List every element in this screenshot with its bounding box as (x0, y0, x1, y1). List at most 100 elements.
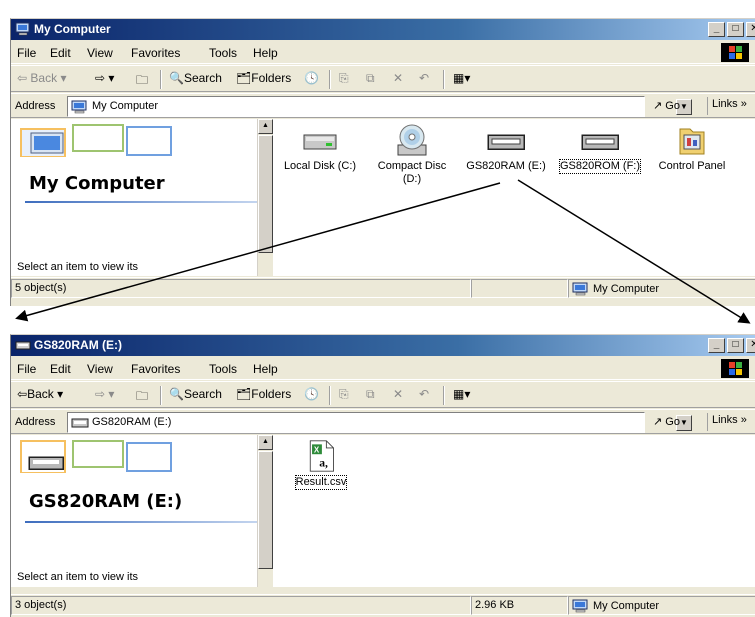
delete-button[interactable]: ✕ (393, 387, 403, 401)
menu-help[interactable]: Help (253, 46, 278, 60)
maximize-button[interactable]: □ (727, 22, 744, 37)
folders-label: Folders (251, 387, 292, 401)
back-label: Back (30, 71, 58, 85)
undo-icon: ↶ (419, 387, 430, 401)
go-button[interactable]: ↗ Go (653, 415, 680, 428)
back-dropdown-icon[interactable]: ▾ (57, 387, 63, 401)
menu-file[interactable]: File (17, 362, 36, 376)
my-computer-icon (15, 22, 30, 36)
undo-button[interactable]: ↶ (419, 71, 429, 85)
drive-banner-icon (20, 440, 172, 473)
details-pane-scrollbar[interactable]: ▲ (257, 119, 273, 276)
history-button[interactable]: 🕓 (304, 71, 319, 85)
scroll-up-icon[interactable]: ▲ (258, 435, 273, 450)
up-folder-button[interactable]: 🗀 (136, 387, 148, 408)
back-button[interactable]: ⇦ Back ▾ (17, 71, 66, 85)
go-button[interactable]: ↗ Go (653, 99, 680, 112)
pane-hint: Select an item to view its (17, 571, 139, 583)
folders-button[interactable]: 🗂Folders (236, 387, 291, 401)
status-object-count: 3 object(s) (11, 596, 471, 615)
delete-button[interactable]: ✕ (393, 71, 403, 85)
drive-item-d[interactable]: Compact Disc (D:) (369, 123, 455, 186)
drive-label: GS820ROM (F:) (558, 159, 642, 174)
address-input[interactable]: My Computer ▼ (67, 96, 692, 117)
scroll-thumb[interactable] (258, 451, 273, 569)
menu-file[interactable]: File (17, 46, 36, 60)
drive-item-f[interactable]: GS820ROM (F:) (557, 123, 643, 174)
my-computer-icon (572, 282, 588, 296)
copy-to-button[interactable]: ⧉ (366, 387, 375, 402)
control-panel-item[interactable]: Control Panel (649, 123, 735, 173)
folders-label: Folders (251, 71, 292, 85)
folders-button[interactable]: 🗂Folders (236, 71, 291, 85)
move-to-button[interactable]: ⎘ (339, 71, 349, 86)
back-button[interactable]: ⇦Back ▾ (17, 387, 63, 401)
menu-help[interactable]: Help (253, 362, 278, 376)
close-button[interactable]: ✕ (746, 338, 755, 353)
file-item-result-csv[interactable]: X a, Result.csv (281, 439, 361, 490)
history-button[interactable]: 🕓 (304, 387, 319, 401)
menu-view[interactable]: View (87, 362, 113, 376)
drive-item-e[interactable]: GS820RAM (E:) (463, 123, 549, 173)
address-input[interactable]: GS820RAM (E:) ▼ (67, 412, 692, 433)
search-button[interactable]: 🔍Search (169, 387, 222, 401)
links-button[interactable]: Links » (707, 413, 747, 431)
status-zone-label: My Computer (593, 282, 660, 295)
title-bar[interactable]: GS820RAM (E:) _ □ ✕ (11, 335, 755, 356)
menu-edit[interactable]: Edit (50, 46, 71, 60)
my-computer-icon (71, 100, 87, 114)
move-to-icon: ⎘ (339, 387, 349, 401)
window-title: GS820RAM (E:) (34, 338, 123, 352)
menu-view[interactable]: View (87, 46, 113, 60)
menu-tools[interactable]: Tools (209, 46, 237, 60)
forward-arrow-icon: ⇨ (95, 71, 106, 85)
address-bar: Address GS820RAM (E:) ▼ ↗ Go Links » (11, 409, 755, 434)
details-pane-scrollbar[interactable]: ▲ (257, 435, 273, 587)
views-button[interactable]: ▦▾ (453, 387, 470, 401)
status-size: 2.96 KB (471, 596, 568, 615)
details-pane: My Computer Select an item to view its (11, 119, 271, 276)
up-folder-button[interactable]: 🗀 (136, 71, 148, 92)
back-dropdown-icon[interactable]: ▾ (60, 71, 66, 85)
search-button[interactable]: 🔍Search (169, 71, 222, 85)
pane-title: My Computer (29, 173, 165, 194)
views-icon: ▦ (453, 71, 465, 85)
drive-item-c[interactable]: Local Disk (C:) (277, 123, 363, 173)
status-zone: My Computer (568, 596, 755, 615)
delete-x-icon: ✕ (393, 387, 404, 401)
window-title: My Computer (34, 22, 111, 36)
pane-title: GS820RAM (E:) (29, 491, 183, 512)
back-label: Back (27, 387, 54, 401)
up-folder-icon: 🗀 (136, 389, 149, 403)
links-button[interactable]: Links » (707, 97, 747, 115)
close-button[interactable]: ✕ (746, 22, 755, 37)
scroll-thumb[interactable] (258, 135, 273, 253)
search-label: Search (183, 387, 222, 401)
minimize-button[interactable]: _ (708, 22, 725, 37)
menu-favorites[interactable]: Favorites (131, 362, 180, 376)
maximize-button[interactable]: □ (727, 338, 744, 353)
scroll-up-icon[interactable]: ▲ (258, 119, 273, 134)
status-zone-label: My Computer (593, 599, 660, 612)
standard-toolbar: ⇦Back ▾ ⇨ ▾ 🗀 🔍Search 🗂Folders 🕓 ⎘ ⧉ ✕ ↶… (11, 381, 755, 408)
menu-favorites[interactable]: Favorites (131, 46, 180, 60)
title-bar[interactable]: My Computer _ □ ✕ (11, 19, 755, 40)
windows-logo-icon (721, 359, 749, 378)
undo-button[interactable]: ↶ (419, 387, 429, 401)
views-button[interactable]: ▦▾ (453, 71, 470, 85)
back-arrow-icon: ⇦ (17, 387, 28, 401)
my-computer-window: My Computer _ □ ✕ File Edit View Favorit… (10, 18, 755, 306)
my-computer-icon (572, 599, 588, 613)
menu-tools[interactable]: Tools (209, 362, 237, 376)
forward-button[interactable]: ⇨ ▾ (95, 71, 114, 85)
move-to-button[interactable]: ⎘ (339, 387, 349, 402)
removable-drive-icon (15, 341, 31, 350)
menu-edit[interactable]: Edit (50, 362, 71, 376)
status-object-count: 5 object(s) (11, 279, 471, 298)
go-label: Go (665, 416, 680, 428)
address-label: Address (15, 100, 56, 112)
forward-button[interactable]: ⇨ ▾ (95, 387, 114, 401)
minimize-button[interactable]: _ (708, 338, 725, 353)
copy-to-button[interactable]: ⧉ (366, 71, 375, 86)
chevron-right-icon: » (740, 98, 747, 110)
